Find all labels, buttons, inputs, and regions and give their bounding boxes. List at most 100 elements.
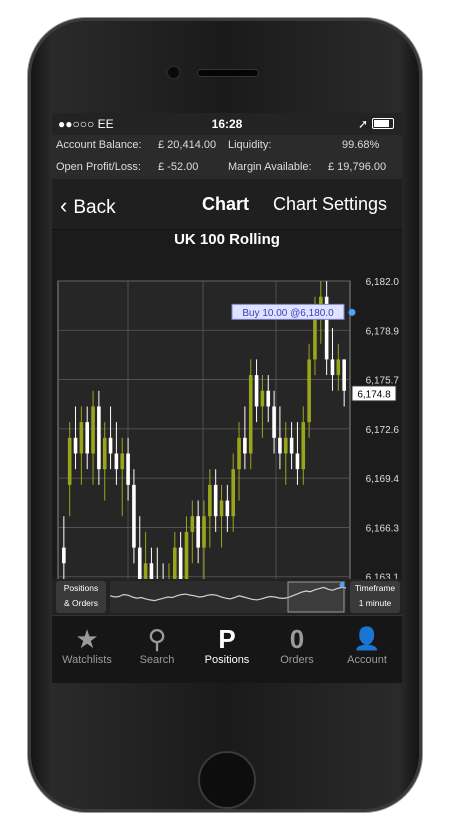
price-chart[interactable]: 6,182.0 6,178.9 6,175.7 6,172.6 6,169.4 6,166… <box>52 251 402 621</box>
candle-body <box>120 453 125 470</box>
positions-icon: P <box>218 624 236 654</box>
candle-body <box>196 516 200 548</box>
status-bar: ●●○○○ EE 16:28 ➚ <box>52 113 402 135</box>
tab-search[interactable]: ⚲ Search <box>122 624 192 666</box>
pnl-value: £ -52.00 <box>158 161 199 173</box>
candle-body <box>254 375 259 407</box>
candle-body <box>79 422 84 454</box>
candle-body <box>132 484 136 548</box>
candle-body <box>260 390 265 407</box>
positions-orders-line1: Positions <box>63 583 99 593</box>
current-price-label: 6,174.8 <box>357 389 391 400</box>
tab-label: Account <box>347 654 387 666</box>
tab-label: Orders <box>280 654 314 666</box>
candle-body <box>178 547 183 579</box>
back-button[interactable]: ‹ Back <box>60 193 116 219</box>
liquidity-value: 99.68% <box>342 139 380 151</box>
tab-label: Search <box>139 654 175 666</box>
candle-body <box>126 453 130 485</box>
candle-body <box>330 359 335 376</box>
positions-orders-line2: & Orders <box>63 598 98 608</box>
navigator-handle[interactable] <box>339 582 345 588</box>
clock: 16:28 <box>211 117 243 131</box>
candle-body <box>149 563 154 579</box>
candle-body <box>184 531 189 579</box>
balance-label: Account Balance: <box>56 139 142 151</box>
y-tick-label: 6,178.9 <box>366 326 400 337</box>
candle-body <box>208 484 212 517</box>
timeframe-line2: 1 minute <box>358 598 392 608</box>
battery-indicator: ➚ <box>358 117 394 131</box>
navigator-window[interactable] <box>287 581 345 613</box>
earpiece-speaker <box>198 70 258 76</box>
tab-label: Watchlists <box>62 654 112 666</box>
y-tick-label: 6,175.7 <box>366 376 400 387</box>
y-tick-label: 6,182.0 <box>366 277 400 288</box>
order-label: Buy 10.00 @6,180.0 <box>242 308 334 319</box>
tab-watchlists[interactable]: ★ Watchlists <box>52 624 122 666</box>
page-title: Chart <box>202 194 250 214</box>
candle-body <box>102 437 107 470</box>
liquidity-label: Liquidity: <box>228 139 272 151</box>
navigator-sparkline[interactable] <box>110 581 346 613</box>
candle-body <box>190 516 195 532</box>
candle-body <box>114 453 119 470</box>
tab-account[interactable]: 👤 Account <box>332 624 402 666</box>
candle-body <box>85 422 89 454</box>
candle-body <box>219 500 224 517</box>
candle-body <box>91 406 95 454</box>
candle-body <box>342 359 346 391</box>
timeframe-button[interactable]: Timeframe 1 minute <box>350 581 400 613</box>
account-row-2: Open Profit/Loss: £ -52.00 Margin Availa… <box>52 157 402 179</box>
search-icon: ⚲ <box>147 624 167 654</box>
margin-label: Margin Available: <box>228 161 312 173</box>
order-handle-dot <box>348 308 356 316</box>
tab-positions[interactable]: P Positions <box>192 624 262 666</box>
candle-body <box>173 547 177 579</box>
candle-body <box>62 547 66 564</box>
tab-orders[interactable]: 0 Orders <box>262 624 332 666</box>
positions-orders-button[interactable]: Positions & Orders <box>56 581 106 613</box>
chart-navigator: Positions & Orders Timeframe 1 minute <box>52 579 402 615</box>
candle-body <box>248 375 253 454</box>
candle-body <box>336 359 341 376</box>
candle-body <box>231 469 235 517</box>
y-tick-label: 6,172.6 <box>366 425 400 436</box>
candle-body <box>67 437 72 485</box>
y-tick-label: 6,169.4 <box>366 474 400 485</box>
candle-body <box>266 390 271 407</box>
nav-bar: ‹ Back Chart Chart Settings <box>52 179 402 230</box>
balance-value: £ 20,414.00 <box>158 139 217 151</box>
candle-body <box>108 437 113 454</box>
orders-icon: 0 <box>289 624 305 654</box>
candle-body <box>307 359 311 423</box>
account-icon: 👤 <box>353 626 381 651</box>
candle-body <box>237 437 241 470</box>
home-button[interactable] <box>198 751 256 809</box>
candle-body <box>295 453 300 470</box>
timeframe-line1: Timeframe <box>354 583 396 593</box>
chart-title: UK 100 Rolling <box>174 231 280 248</box>
candle-body <box>243 437 247 454</box>
candle-body <box>272 406 276 438</box>
candle-body <box>301 422 306 470</box>
margin-value: £ 19,796.00 <box>328 161 387 173</box>
candle-body <box>97 406 101 470</box>
candle-body <box>143 563 148 579</box>
pnl-label: Open Profit/Loss: <box>56 161 141 173</box>
battery-icon <box>372 118 394 129</box>
candle-body <box>283 437 288 454</box>
candle-body <box>202 516 206 548</box>
candle-body <box>213 484 218 517</box>
y-tick-label: 6,166.3 <box>366 523 400 534</box>
candle-body <box>137 547 142 579</box>
tab-label: Positions <box>204 654 250 666</box>
tab-bar: ★ Watchlists ⚲ Search P Positions 0 Orde… <box>52 615 402 683</box>
candle-body <box>73 437 78 454</box>
star-icon: ★ <box>75 624 99 654</box>
chevron-left-icon: ‹ <box>60 193 68 218</box>
candle-body <box>278 437 282 454</box>
back-label: Back <box>73 197 116 218</box>
chart-settings-button[interactable]: Chart Settings <box>273 194 387 215</box>
front-camera <box>168 67 179 78</box>
